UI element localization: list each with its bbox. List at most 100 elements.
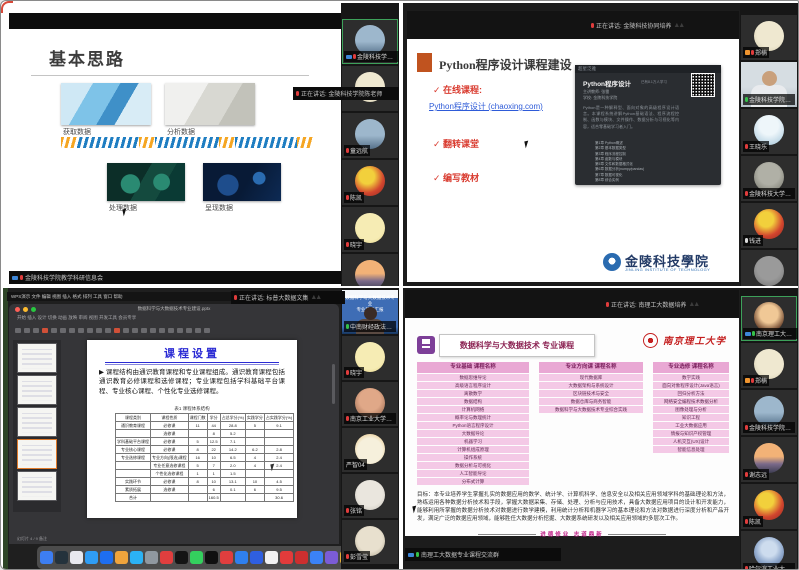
toolbar-icon[interactable] [114, 328, 120, 333]
dock-app-icon[interactable] [190, 551, 203, 564]
participant-tile[interactable]: 金陵科技学院陈友明 [741, 62, 797, 107]
jit-logo-icon [603, 253, 621, 271]
toolbar-icon[interactable] [51, 328, 57, 333]
table-cell: 选修课 [151, 430, 189, 438]
participant-tile[interactable]: 陈凯 [342, 160, 398, 205]
participant-tile[interactable]: 郑楠 [741, 343, 797, 388]
dock-app-icon[interactable] [115, 551, 128, 564]
dock-app-icon[interactable] [70, 551, 83, 564]
participant-tile[interactable]: 陈凯 [741, 484, 797, 529]
dock-app-icon[interactable] [175, 551, 188, 564]
participant-tile[interactable]: 数据科学与大数据技术专业 专业建设汇报中南财经政法大学刘文敏 [342, 290, 398, 334]
dock-app-icon[interactable] [235, 551, 248, 564]
toolbar-icon[interactable] [69, 328, 75, 333]
toolbar-icon[interactable] [87, 328, 93, 333]
table-cell: 10 [245, 478, 264, 486]
dock-app-icon[interactable] [40, 551, 53, 564]
toolbar-icon[interactable] [150, 328, 156, 333]
toolbar-icon[interactable] [60, 328, 66, 333]
dock-app-icon[interactable] [145, 551, 158, 564]
toolbar-icon[interactable] [123, 328, 129, 333]
dock-app-icon[interactable] [280, 551, 293, 564]
table-cell: 10 [207, 454, 220, 462]
slide-body-text: ▶ 课程结构由通识教育课程和专业课程组成。通识教育课程包括通识教育必修课程和选修… [99, 368, 285, 396]
slide-thumbnail[interactable] [18, 408, 56, 436]
course-row: 回归分析方法 [653, 390, 729, 397]
toolbar-icon[interactable] [132, 328, 138, 333]
mic-icon [234, 295, 237, 300]
toolbar-icon[interactable] [42, 328, 48, 333]
njust-logo-text: 南京理工大学 [663, 333, 726, 347]
participant-tile[interactable]: 彭雪莹 [342, 520, 398, 564]
mic-icon [346, 370, 349, 375]
toolbar-icon[interactable] [186, 328, 192, 333]
dock-app-icon[interactable] [295, 551, 308, 564]
table-header-cell: 课程类别 [116, 414, 151, 422]
dock-app-icon[interactable] [250, 551, 263, 564]
toolbar-icon[interactable] [105, 328, 111, 333]
dock-app-icon[interactable] [265, 551, 278, 564]
participant-tile[interactable]: 晓宇 [342, 207, 398, 252]
mic-icon [745, 519, 748, 524]
slide-thumbnail-panel[interactable] [13, 340, 61, 512]
participant-tile[interactable]: 童远航 [342, 113, 398, 158]
participant-tile[interactable]: 金陵科技大学张老师 [741, 156, 797, 201]
table-cell [245, 470, 264, 478]
participant-tile[interactable]: 南京工业大学陈静 [342, 382, 398, 426]
mic-icon [745, 238, 748, 243]
ribbon-tabs[interactable]: 开始 插入 设计 切换 动画 放映 审阅 视图 开发工具 会员专享 [17, 315, 136, 321]
toolbar-icons[interactable] [15, 324, 333, 337]
slide-thumbnail[interactable] [18, 344, 56, 372]
dock-app-icon[interactable] [160, 551, 173, 564]
toolbar-icon[interactable] [78, 328, 84, 333]
toolbar-icon[interactable] [168, 328, 174, 333]
menu-bar-items[interactable]: WPS演示 文件 编辑 视图 插入 格式 排列 工具 窗口 帮助 [11, 294, 123, 300]
toolbar-icon[interactable] [177, 328, 183, 333]
toolbar-icon[interactable] [204, 328, 210, 333]
dock-app-icon[interactable] [205, 551, 218, 564]
toolbar-icon[interactable] [141, 328, 147, 333]
toolbar-icon[interactable] [159, 328, 165, 333]
participant-tile[interactable]: 钱进 [741, 203, 797, 248]
dock-app-icon[interactable] [130, 551, 143, 564]
dock-app-icon[interactable] [220, 551, 233, 564]
scrollbar-handle[interactable] [332, 364, 335, 404]
slide-thumbnail[interactable] [18, 376, 56, 404]
dock-app-icon[interactable] [85, 551, 98, 564]
dock-app-icon[interactable] [100, 551, 113, 564]
dock-app-icon[interactable] [55, 551, 68, 564]
slide-thumbnail[interactable] [18, 440, 56, 468]
toolbar-icon[interactable] [24, 328, 30, 333]
participant-tile[interactable]: 金陵科技学院李老师 [741, 390, 797, 435]
title-underline [31, 75, 309, 76]
participant-tile[interactable]: 郑楠 [741, 15, 797, 60]
dock-app-icon[interactable] [325, 551, 338, 564]
toolbar-icon[interactable] [15, 328, 21, 333]
chaoxing-course-link[interactable]: Python程序设计 (chaoxing.com) [429, 101, 543, 112]
dock-app-icon[interactable] [310, 551, 323, 564]
participant-tile[interactable]: 王晓乐 [741, 109, 797, 154]
mic-icon [745, 97, 748, 102]
participant-name-badge: 陈凯 [344, 192, 364, 203]
slide-thumbnail[interactable] [18, 472, 56, 500]
participant-tile[interactable]: 谢志远 [741, 437, 797, 482]
participant-tile[interactable]: 南京理工大学紫金学院丁洁 [741, 296, 797, 341]
table-cell: 必修课 [151, 422, 189, 430]
toolbar-icon[interactable] [195, 328, 201, 333]
participant-tile[interactable]: 张铭 [342, 474, 398, 518]
table-caption: 表1 课程体系结构 [87, 406, 297, 412]
toolbar-icon[interactable] [33, 328, 39, 333]
table-cell: 10 [207, 478, 220, 486]
participant-tile[interactable]: 谢志远 [342, 254, 398, 286]
participant-sidebar: 金陵科技学院教科研信息童远航陈凯晓宇谢志远 [341, 3, 399, 286]
participant-tile[interactable] [741, 250, 797, 286]
participant-tile[interactable]: 哈尔滨工业大学王辰 [741, 531, 797, 569]
document-name: 数据科学与大数据技术专业建设.pptx [9, 306, 339, 312]
toolbar-icon[interactable] [96, 328, 102, 333]
participant-name-text: 陈凯 [749, 517, 761, 526]
participant-tile[interactable]: 晓宇 [342, 336, 398, 380]
course-outline: 第1章 Python概述第2章 基本数据类型第3章 程序流程控制第4章 函数与模… [595, 141, 644, 183]
participant-tile[interactable]: 严智04 [342, 428, 398, 472]
participant-tile[interactable]: 金陵科技学院教科研信息 [342, 19, 398, 64]
speaking-toast: 正在讲话: 标普大数据文集 ▲▲ [231, 291, 345, 304]
